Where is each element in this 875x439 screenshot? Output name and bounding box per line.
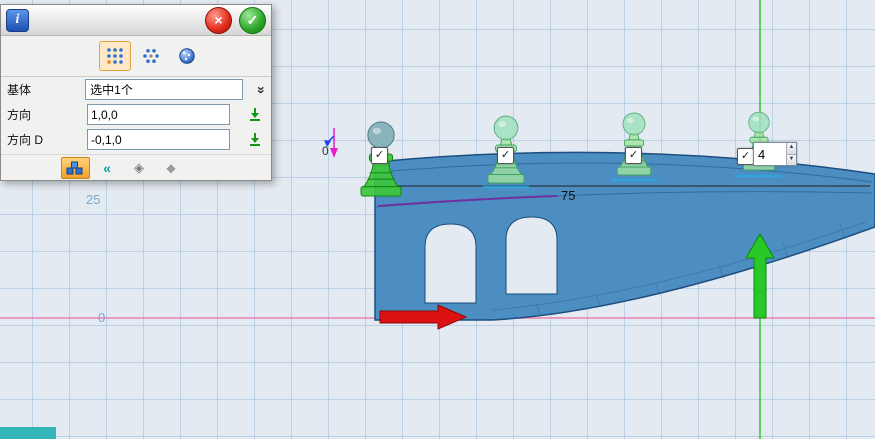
green-pick-arrow-icon xyxy=(247,132,263,148)
direction2-input[interactable] xyxy=(87,129,230,150)
point-pattern-button[interactable] xyxy=(171,41,203,71)
pick-direction1-button[interactable] xyxy=(246,106,264,124)
instance-checkbox-1[interactable]: ✓ xyxy=(371,147,388,164)
green-pick-arrow-icon xyxy=(247,107,263,123)
base-select[interactable]: 选中1个 xyxy=(85,79,243,100)
diamond-icon: ◈ xyxy=(134,160,144,176)
info-icon: i xyxy=(6,9,29,32)
grid-dots-icon xyxy=(106,47,124,65)
diamond-button-2[interactable]: ◆ xyxy=(157,157,186,179)
dialog-titlebar[interactable]: i × ✓ xyxy=(1,5,271,36)
diamond-button-1[interactable]: ◈ xyxy=(125,157,154,179)
circular-dots-icon xyxy=(142,47,160,65)
arch-window-2[interactable] xyxy=(506,217,557,294)
pattern-dialog: i × ✓ xyxy=(0,4,272,181)
show-boxes-button[interactable] xyxy=(61,157,90,179)
arch-window-1[interactable] xyxy=(425,224,476,303)
cancel-button[interactable]: × xyxy=(205,7,232,34)
instance-checkbox-4[interactable]: ✓ xyxy=(737,148,754,165)
direction1-label: 方向 xyxy=(7,106,83,123)
base-field-label: 基体 xyxy=(7,81,81,98)
check-icon: ✓ xyxy=(247,12,259,29)
confirm-button[interactable]: ✓ xyxy=(239,7,266,34)
pattern-type-toolbar xyxy=(1,36,271,77)
instance-checkbox-2[interactable]: ✓ xyxy=(497,147,514,164)
direction2-label: 方向 D xyxy=(7,131,83,148)
instance-checkbox-3[interactable]: ✓ xyxy=(625,147,642,164)
ruler-label-25: 25 xyxy=(86,192,100,207)
double-chevron-icon: « xyxy=(103,160,111,176)
direction2-row: 方向 D xyxy=(1,127,271,152)
ruler-label-0: 0 xyxy=(98,310,105,325)
base-field-row: 基体 选中1个 » xyxy=(1,77,271,102)
count-spinner: ▲ ▼ xyxy=(753,142,797,166)
direction1-row: 方向 xyxy=(1,102,271,127)
check-icon: ✓ xyxy=(629,150,638,161)
count-down-button[interactable]: ▼ xyxy=(787,155,796,166)
check-icon: ✓ xyxy=(375,150,384,161)
origin-label: 0 xyxy=(322,144,329,158)
chevrons-button[interactable]: « xyxy=(93,157,122,179)
count-up-button[interactable]: ▲ xyxy=(787,143,796,155)
pick-direction2-button[interactable] xyxy=(246,131,264,149)
circular-pattern-button[interactable] xyxy=(135,41,167,71)
base-select-value: 选中1个 xyxy=(90,81,133,98)
expand-chevron-icon[interactable]: » xyxy=(253,80,271,99)
boxes-icon xyxy=(65,159,85,177)
sphere-icon xyxy=(178,47,196,65)
direction1-input[interactable] xyxy=(87,104,230,125)
check-icon: ✓ xyxy=(501,150,510,161)
dimension-label: 75 xyxy=(561,188,575,203)
dialog-footer-toolbar: « ◈ ◆ xyxy=(1,154,271,180)
close-icon: × xyxy=(214,12,222,28)
status-chip xyxy=(0,427,56,439)
count-input[interactable] xyxy=(754,143,786,165)
diamond-icon: ◆ xyxy=(166,161,175,175)
check-icon: ✓ xyxy=(741,151,750,162)
app-window: 25 0 0 75 ✓ ✓ ✓ ✓ ▲ ▼ i × xyxy=(0,0,875,439)
pattern-instance-pawn-3[interactable] xyxy=(617,113,650,175)
linear-pattern-button[interactable] xyxy=(99,41,131,71)
